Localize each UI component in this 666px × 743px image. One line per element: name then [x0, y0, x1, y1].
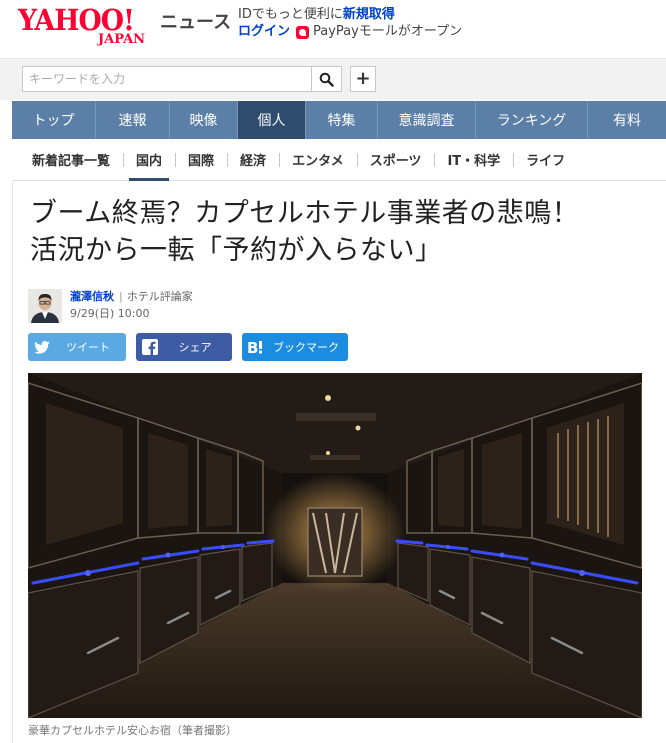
- hatena-bookmark-icon: B: [242, 339, 270, 355]
- login-row: ログイン PayPayモールがオープン: [238, 23, 462, 41]
- article-photo[interactable]: [28, 373, 642, 718]
- headline-line-2: 活況から一転「予約が入らない」: [30, 235, 443, 266]
- promo-text: IDでもっと便利に: [238, 7, 343, 22]
- author-row: 瀧澤信秋 | ホテル評論家: [70, 289, 193, 305]
- author-separator: |: [119, 290, 123, 303]
- hatena-bookmark-button[interactable]: B ブックマーク: [242, 333, 348, 361]
- category-tab[interactable]: エンタメ: [279, 139, 357, 181]
- plus-icon: +: [355, 68, 371, 89]
- tweet-label: ツイート: [66, 341, 110, 354]
- main-nav-item[interactable]: 有料: [588, 101, 666, 139]
- main-nav-item-active[interactable]: 個人: [238, 101, 306, 139]
- main-nav: トップ 速報 映像 個人 特集 意識調査 ランキング 有料: [12, 101, 666, 139]
- author-name[interactable]: 瀧澤信秋: [70, 289, 114, 305]
- facebook-icon: [136, 339, 164, 355]
- yahoo-japan-logo[interactable]: YAHOO! JAPAN: [18, 4, 158, 48]
- category-tab-active[interactable]: 国内: [123, 139, 175, 181]
- main-nav-item[interactable]: 特集: [306, 101, 378, 139]
- login-link[interactable]: ログイン: [238, 23, 290, 41]
- capsule-hotel-corridor-image: [28, 373, 642, 718]
- site-header: YAHOO! JAPAN ニュース IDでもっと便利に新規取得 ログイン Pay…: [0, 0, 666, 58]
- svg-text:B: B: [247, 339, 258, 355]
- share-buttons: ツイート シェア B ブックマーク: [28, 333, 348, 361]
- search-box: [22, 66, 342, 92]
- tweet-button[interactable]: ツイート: [28, 333, 126, 361]
- article: ブーム終焉？カプセルホテル事業者の悲鳴！ 活況から一転「予約が入らない」 瀧澤信…: [12, 182, 666, 743]
- category-nav: 新着記事一覧 国内 国際 経済 エンタメ スポーツ IT・科学 ライフ: [12, 139, 666, 181]
- main-nav-item[interactable]: トップ: [12, 101, 96, 139]
- category-tab[interactable]: 新着記事一覧: [12, 139, 123, 181]
- search-input[interactable]: [23, 67, 311, 91]
- category-tab[interactable]: 経済: [227, 139, 279, 181]
- headline-line-1: ブーム終焉？カプセルホテル事業者の悲鳴！: [30, 198, 580, 229]
- add-button[interactable]: +: [350, 66, 376, 92]
- main-nav-item[interactable]: 映像: [170, 101, 238, 139]
- main-nav-item[interactable]: 意識調査: [378, 101, 476, 139]
- promo-line: IDでもっと便利に新規取得: [238, 6, 395, 24]
- paypay-link[interactable]: PayPayモールがオープン: [313, 23, 462, 41]
- facebook-share-label: シェア: [178, 341, 212, 354]
- publish-date: 9/29(日) 10:00: [70, 307, 150, 320]
- main-nav-item[interactable]: ランキング: [476, 101, 588, 139]
- service-name[interactable]: ニュース: [160, 12, 231, 34]
- photo-caption: 豪華カプセルホテル安心お宿（筆者撮影）: [28, 724, 237, 737]
- logo-subtitle: JAPAN: [98, 32, 146, 47]
- author-role: ホテル評論家: [126, 290, 193, 303]
- search-icon: [319, 72, 334, 87]
- category-tab[interactable]: ライフ: [513, 139, 578, 181]
- author-photo: [28, 289, 62, 323]
- category-tab[interactable]: 国際: [175, 139, 227, 181]
- facebook-share-button[interactable]: シェア: [136, 333, 232, 361]
- signup-link[interactable]: 新規取得: [343, 7, 395, 22]
- main-nav-item[interactable]: 速報: [96, 101, 170, 139]
- author-avatar[interactable]: [28, 289, 62, 323]
- paypay-icon: [296, 25, 310, 39]
- category-tab[interactable]: スポーツ: [356, 139, 435, 181]
- category-tab[interactable]: IT・科学: [434, 139, 513, 181]
- article-headline: ブーム終焉？カプセルホテル事業者の悲鳴！ 活況から一転「予約が入らない」: [30, 195, 660, 269]
- search-button[interactable]: [311, 67, 341, 91]
- twitter-icon: [28, 340, 56, 354]
- hatena-bookmark-label: ブックマーク: [273, 341, 339, 354]
